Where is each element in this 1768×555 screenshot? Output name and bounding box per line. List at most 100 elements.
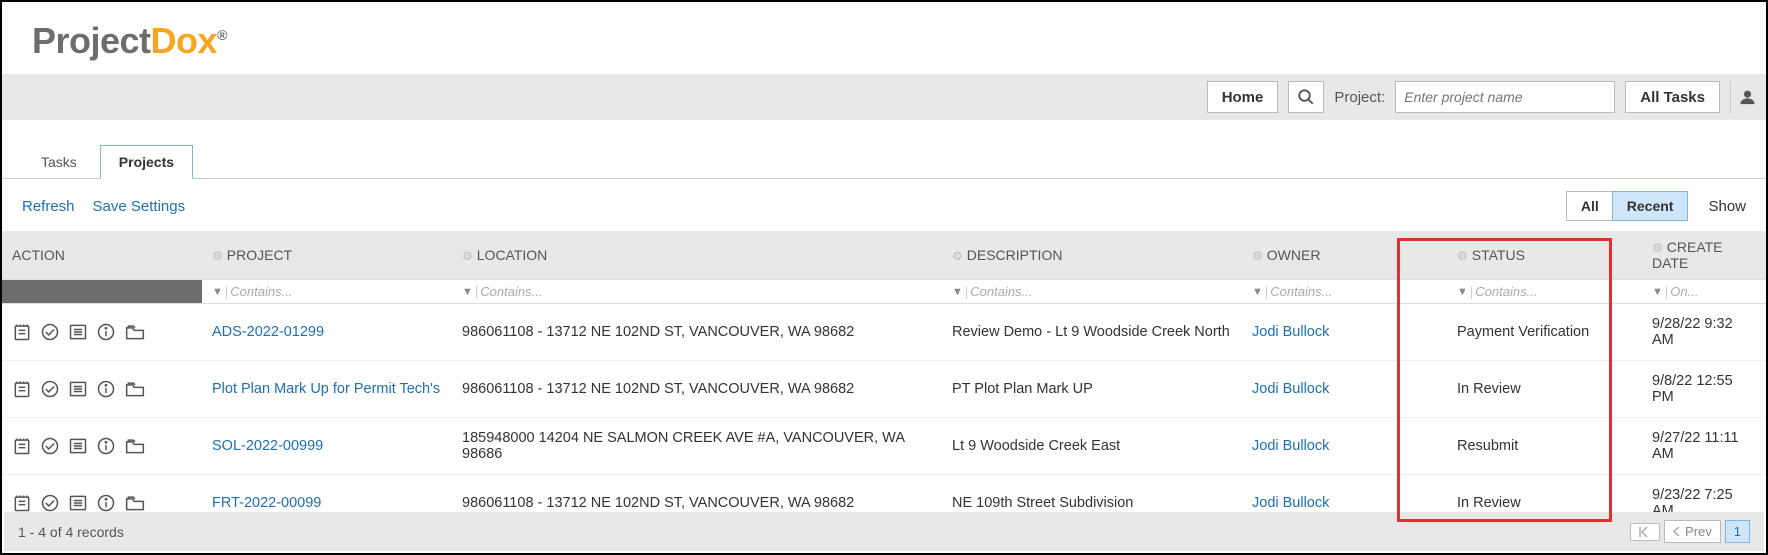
logo-area: ProjectDox® [2,2,1766,74]
col-header-owner[interactable]: ⚙ OWNER [1242,231,1447,280]
filter-project[interactable]: ▼|Contains... [202,280,452,304]
table-row: ADS-2022-01299 986061108 - 13712 NE 102N… [2,304,1766,361]
owner-link[interactable]: Jodi Bullock [1252,495,1329,511]
check-circle-icon[interactable] [40,379,60,399]
gear-icon: ⚙ [952,249,963,263]
owner-link[interactable]: Jodi Bullock [1252,381,1329,397]
gear-icon: ⚙ [1252,249,1263,263]
notes-icon[interactable] [12,322,32,342]
tab-projects[interactable]: Projects [100,145,193,179]
info-icon[interactable] [96,322,116,342]
col-header-create-date[interactable]: ⚙CREATE DATE [1642,231,1766,280]
location-cell: 986061108 - 13712 NE 102ND ST, VANCOUVER… [452,361,942,418]
filter-description[interactable]: ▼|Contains... [942,280,1242,304]
col-header-location[interactable]: ⚙LOCATION [452,231,942,280]
filter-placeholder: Contains... [970,284,1032,299]
filter-icon: ▼ [952,286,963,298]
pager-first[interactable] [1630,523,1660,541]
filter-status[interactable]: ▼|Contains... [1447,280,1642,304]
logo-part2: Dox [151,20,218,61]
filter-owner[interactable]: ▼|Contains... [1242,280,1447,304]
filter-create-date[interactable]: ▼|On... [1642,280,1766,304]
project-link[interactable]: ADS-2022-01299 [212,324,324,340]
list-icon[interactable] [68,436,88,456]
first-page-icon [1639,527,1651,537]
col-header-owner-label: OWNER [1267,247,1321,263]
description-cell: Review Demo - Lt 9 Woodside Creek North [942,304,1242,361]
folder-icon[interactable] [124,379,146,399]
tab-tasks[interactable]: Tasks [22,145,96,179]
pager-page-1[interactable]: 1 [1725,520,1750,543]
gear-icon: ⚙ [1457,249,1468,263]
info-icon[interactable] [96,493,116,513]
owner-link[interactable]: Jodi Bullock [1252,324,1329,340]
info-icon[interactable] [96,379,116,399]
user-menu[interactable] [1730,81,1756,113]
project-link[interactable]: SOL-2022-00999 [212,438,323,454]
all-tasks-button[interactable]: All Tasks [1625,81,1720,113]
action-icons [12,436,192,456]
filter-placeholder: Contains... [480,284,542,299]
logo-registered: ® [217,27,227,43]
user-icon [1739,88,1756,106]
pager-prev-label: Prev [1685,524,1712,539]
check-circle-icon[interactable] [40,322,60,342]
filter-location[interactable]: ▼|Contains... [452,280,942,304]
project-search-input[interactable] [1395,81,1615,113]
search-icon [1297,88,1315,106]
project-link[interactable]: Plot Plan Mark Up for Permit Tech's [212,381,440,397]
projects-grid: ACTION ⚙PROJECT ⚙LOCATION ⚙DESCRIPTION ⚙… [2,231,1766,532]
col-header-description[interactable]: ⚙DESCRIPTION [942,231,1242,280]
grid-header-row: ACTION ⚙PROJECT ⚙LOCATION ⚙DESCRIPTION ⚙… [2,231,1766,280]
location-cell: 986061108 - 13712 NE 102ND ST, VANCOUVER… [452,304,942,361]
grid-toolbar: Refresh Save Settings All Recent Show [2,179,1766,231]
filter-placeholder: Contains... [1270,284,1332,299]
notes-icon[interactable] [12,493,32,513]
logo: ProjectDox® [32,20,227,61]
search-button[interactable] [1288,81,1324,113]
filter-icon: ▼ [1652,286,1663,298]
col-header-action[interactable]: ACTION [2,231,202,280]
list-icon[interactable] [68,379,88,399]
col-header-status[interactable]: ⚙ STATUS [1447,231,1642,280]
create-date-cell: 9/8/22 12:55 PM [1642,361,1766,418]
action-icons [12,322,192,342]
gear-icon: ⚙ [462,249,473,263]
check-circle-icon[interactable] [40,493,60,513]
filter-icon: ▼ [212,286,223,298]
folder-icon[interactable] [124,493,146,513]
save-settings-link[interactable]: Save Settings [93,198,186,215]
info-icon[interactable] [96,436,116,456]
status-cell: Resubmit [1447,418,1642,475]
show-label: Show [1708,198,1746,215]
col-header-project[interactable]: ⚙PROJECT [202,231,452,280]
refresh-link[interactable]: Refresh [22,198,75,215]
folder-icon[interactable] [124,322,146,342]
grid-footer: 1 - 4 of 4 records Prev 1 [4,512,1764,551]
project-label: Project: [1334,89,1385,106]
filter-placeholder: Contains... [230,284,292,299]
pager: Prev 1 [1630,520,1750,543]
list-icon[interactable] [68,322,88,342]
project-link[interactable]: FRT-2022-00099 [212,495,321,511]
owner-link[interactable]: Jodi Bullock [1252,438,1329,454]
toggle-recent[interactable]: Recent [1612,191,1689,221]
logo-part1: Project [32,20,151,61]
gear-icon: ⚙ [1652,241,1663,255]
create-date-cell: 9/28/22 9:32 AM [1642,304,1766,361]
toggle-all[interactable]: All [1567,192,1613,220]
notes-icon[interactable] [12,436,32,456]
pager-prev[interactable]: Prev [1664,520,1720,543]
notes-icon[interactable] [12,379,32,399]
check-circle-icon[interactable] [40,436,60,456]
tab-strip: Tasks Projects [2,130,1766,179]
list-icon[interactable] [68,493,88,513]
home-button[interactable]: Home [1207,81,1279,113]
col-header-project-label: PROJECT [227,247,292,263]
status-cell: In Review [1447,361,1642,418]
folder-icon[interactable] [124,436,146,456]
col-header-status-label: STATUS [1472,247,1525,263]
filter-icon: ▼ [1252,286,1263,298]
location-cell: 185948000 14204 NE SALMON CREEK AVE #A, … [452,418,942,475]
filter-action [2,280,202,304]
